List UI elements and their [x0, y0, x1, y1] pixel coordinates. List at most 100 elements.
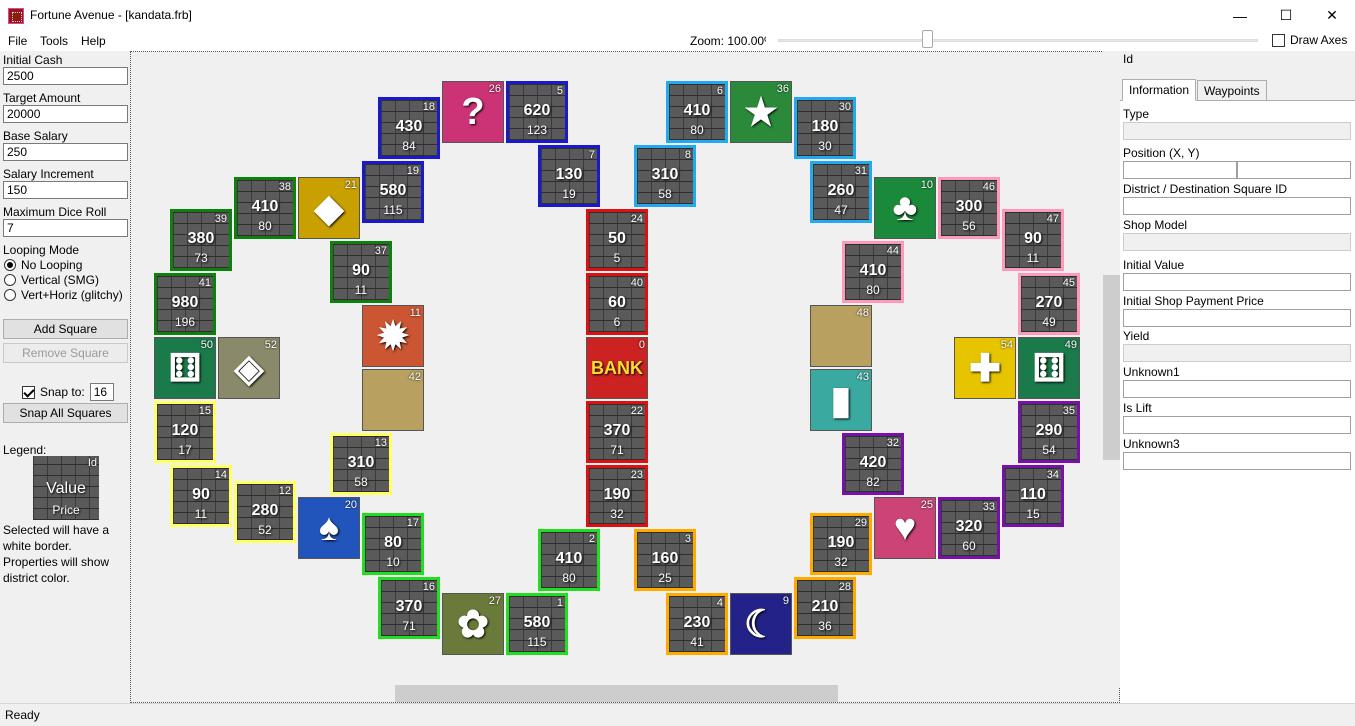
board-square-shop[interactable]: 32 420 82 [842, 433, 904, 495]
draw-axes-checkbox[interactable]: Draw Axes [1272, 33, 1347, 47]
board-square-shop[interactable]: 15 120 17 [154, 401, 216, 463]
board-square-sand[interactable]: 42 [362, 369, 424, 431]
board-square-shop[interactable]: 6 410 80 [666, 81, 728, 143]
draw-axes-box[interactable] [1272, 33, 1285, 47]
square-id: 35 [1062, 405, 1075, 417]
initial-value-field[interactable] [1123, 273, 1351, 291]
board-square-shop[interactable]: 38 410 80 [234, 177, 296, 239]
position-label: Position (X, Y) [1123, 146, 1200, 160]
board-square-lift[interactable]: ▮ 43 [810, 369, 872, 431]
board-square-shop[interactable]: 40 60 6 [586, 273, 648, 335]
board-square-shop[interactable]: 1 580 115 [506, 593, 568, 655]
type-select[interactable] [1123, 122, 1351, 140]
board-square-warp[interactable]: ◈ 52 [218, 337, 280, 399]
max-dice-field[interactable] [3, 219, 128, 237]
add-square-button[interactable]: Add Square [3, 319, 128, 339]
board-square-spade[interactable]: ♠ 20 [298, 497, 360, 559]
board-square-shop[interactable]: 22 370 71 [586, 401, 648, 463]
position-y-field[interactable] [1237, 161, 1351, 179]
close-button[interactable]: ✕ [1309, 0, 1355, 31]
board-square-bank[interactable]: BANK 0 [586, 337, 648, 399]
snap-value-field[interactable] [89, 383, 114, 401]
radio-dot[interactable] [4, 259, 16, 271]
board-square-shop[interactable]: 29 190 32 [810, 513, 872, 575]
board-square-shop[interactable]: 14 90 11 [170, 465, 232, 527]
board-square-shop[interactable]: 33 320 60 [938, 497, 1000, 559]
board-square-shop[interactable]: 47 90 11 [1002, 209, 1064, 271]
zoom-slider-thumb[interactable] [922, 30, 933, 48]
board-square-dice[interactable]: ⚅ 50 [154, 337, 216, 399]
radio-no-looping[interactable]: No Looping [4, 258, 82, 272]
board-square-shop[interactable]: 3 160 25 [634, 529, 696, 591]
board-square-cross[interactable]: ✚ 54 [954, 337, 1016, 399]
board-square-sand[interactable]: 48 [810, 305, 872, 367]
square-id: 27 [488, 595, 501, 607]
board-square-shop[interactable]: 44 410 80 [842, 241, 904, 303]
board-square-shop[interactable]: 45 270 49 [1018, 273, 1080, 335]
board-square-shop[interactable]: 34 110 15 [1002, 465, 1064, 527]
board-square-sun[interactable]: ✹ 11 [362, 305, 424, 367]
base-salary-field[interactable] [3, 143, 128, 161]
board-square-shop[interactable]: 24 50 5 [586, 209, 648, 271]
board-square-heart[interactable]: ♥ 25 [874, 497, 936, 559]
board-square-shop[interactable]: 7 130 19 [538, 145, 600, 207]
board-square-shop[interactable]: 31 260 47 [810, 161, 872, 223]
board-square-star[interactable]: ★ 36 [730, 81, 792, 143]
radio-dot[interactable] [4, 274, 16, 286]
square-price: 47 [834, 203, 848, 217]
board-square-shop[interactable]: 30 180 30 [794, 97, 856, 159]
initial-shop-payment-field[interactable] [1123, 309, 1351, 327]
board-square-shop[interactable]: 28 210 36 [794, 577, 856, 639]
vertical-scroll-thumb[interactable] [1103, 275, 1120, 460]
maximize-button[interactable]: ☐ [1263, 0, 1309, 31]
board-square-shop[interactable]: 46 300 56 [938, 177, 1000, 239]
board-square-dice[interactable]: ⚅ 49 [1018, 337, 1080, 399]
menu-help[interactable]: Help [81, 34, 106, 48]
board-square-shop[interactable]: 8 310 58 [634, 145, 696, 207]
board-square-shop[interactable]: 37 90 11 [330, 241, 392, 303]
board-square-shop[interactable]: 5 620 123 [506, 81, 568, 143]
board-square-shop[interactable]: 39 380 73 [170, 209, 232, 271]
radio-vertical[interactable]: Vertical (SMG) [4, 273, 99, 287]
tab-information[interactable]: Information [1122, 79, 1197, 101]
board-square-shop[interactable]: 19 580 115 [362, 161, 424, 223]
is-lift-field[interactable] [1123, 416, 1351, 434]
board-square-question[interactable]: ? 26 [442, 81, 504, 143]
zoom-slider-track[interactable] [778, 39, 1258, 42]
radio-dot[interactable] [4, 289, 16, 301]
radio-vert-horiz[interactable]: Vert+Horiz (glitchy) [4, 288, 123, 302]
board-square-shop[interactable]: 17 80 10 [362, 513, 424, 575]
board-square-shop[interactable]: 13 310 58 [330, 433, 392, 495]
board-square-shop[interactable]: 18 430 84 [378, 97, 440, 159]
salary-increment-field[interactable] [3, 181, 128, 199]
shop-model-select[interactable] [1123, 233, 1351, 251]
district-field[interactable] [1123, 197, 1351, 215]
snap-all-squares-button[interactable]: Snap All Squares [3, 403, 128, 423]
square-id: 22 [630, 405, 643, 417]
board-square-shop[interactable]: 16 370 71 [378, 577, 440, 639]
snap-check-box[interactable] [22, 385, 35, 399]
tab-waypoints[interactable]: Waypoints [1197, 80, 1267, 101]
board-square-shop[interactable]: 35 290 54 [1018, 401, 1080, 463]
board-square-shop[interactable]: 12 280 52 [234, 481, 296, 543]
legend-value: Value [46, 480, 86, 497]
horizontal-scroll-thumb[interactable] [395, 685, 838, 702]
board-square-shop[interactable]: 23 190 32 [586, 465, 648, 527]
board-square-moon[interactable]: ☾ 9 [730, 593, 792, 655]
board-square-shop[interactable]: 2 410 80 [538, 529, 600, 591]
target-amount-field[interactable] [3, 105, 128, 123]
unknown1-field[interactable] [1123, 380, 1351, 398]
snap-to-checkbox[interactable]: Snap to: [22, 383, 114, 401]
board-square-shop[interactable]: 4 230 41 [666, 593, 728, 655]
board-square-shop[interactable]: 41 980 196 [154, 273, 216, 335]
remove-square-button[interactable]: Remove Square [3, 343, 128, 363]
board-square-treasure[interactable]: ✿ 27 [442, 593, 504, 655]
initial-cash-field[interactable] [3, 67, 128, 85]
unknown3-field[interactable] [1123, 452, 1351, 470]
menu-file[interactable]: File [8, 34, 27, 48]
menu-tools[interactable]: Tools [40, 34, 68, 48]
position-x-field[interactable] [1123, 161, 1237, 179]
minimize-button[interactable]: — [1217, 0, 1263, 31]
board-square-club[interactable]: ♣ 10 [874, 177, 936, 239]
board-square-diamond[interactable]: ◆ 21 [298, 177, 360, 239]
